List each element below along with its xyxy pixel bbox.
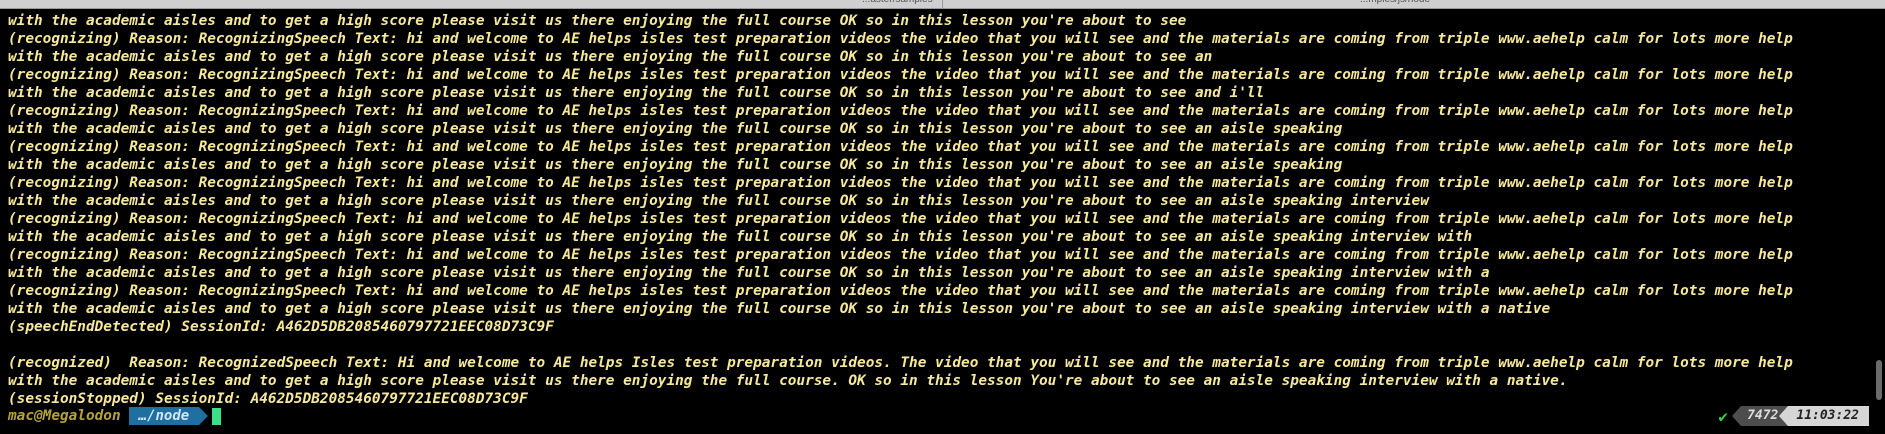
tab-bar: ...aster/samples ...mples/js/node (0, 0, 1885, 9)
segment-arrow (1779, 406, 1789, 426)
shell-prompt: mac@Megalodon …/node (8, 407, 222, 425)
terminal-line: (recognizing) Reason: RecognizingSpeech … (8, 175, 1793, 191)
tab-divider (942, 0, 943, 8)
terminal-line: (recognized) Reason: RecognizedSpeech Te… (8, 355, 1793, 371)
text-cursor[interactable] (212, 407, 222, 425)
terminal-line: (recognizing) Reason: RecognizingSpeech … (8, 103, 1793, 119)
terminal-line: with the academic aisles and to get a hi… (8, 193, 1429, 209)
terminal-line: (recognizing) Reason: RecognizingSpeech … (8, 283, 1793, 299)
terminal-window[interactable]: with the academic aisles and to get a hi… (0, 9, 1885, 434)
tab-samples[interactable]: ...aster/samples (862, 0, 933, 8)
segment-arrow (1732, 406, 1742, 426)
tab-node[interactable]: ...mples/js/node (1360, 0, 1430, 8)
prompt-directory: …/node (128, 407, 200, 425)
terminal-line: with the academic aisles and to get a hi… (8, 157, 1343, 173)
prompt-user-host: mac@Megalodon (8, 408, 121, 424)
terminal-line: with the academic aisles and to get a hi… (8, 373, 1568, 389)
terminal-line: (recognizing) Reason: RecognizingSpeech … (8, 211, 1793, 227)
scrollbar-thumb[interactable] (1876, 360, 1882, 400)
terminal-output: with the academic aisles and to get a hi… (8, 12, 1867, 408)
terminal-line: (recognizing) Reason: RecognizingSpeech … (8, 247, 1793, 263)
terminal-line: (recognizing) Reason: RecognizingSpeech … (8, 67, 1793, 83)
clock-time: 11:03:22 (1788, 406, 1869, 426)
terminal-line: with the academic aisles and to get a hi… (8, 121, 1343, 137)
terminal-line: with the academic aisles and to get a hi… (8, 85, 1265, 101)
terminal-line: (sessionStopped) SessionId: A462D5DB2085… (8, 391, 528, 407)
terminal-line: with the academic aisles and to get a hi… (8, 13, 1187, 29)
check-icon: ✔ (1718, 406, 1729, 426)
terminal-line: (recognizing) Reason: RecognizingSpeech … (8, 139, 1793, 155)
terminal-line: with the academic aisles and to get a hi… (8, 49, 1213, 65)
terminal-line: with the academic aisles and to get a hi… (8, 265, 1490, 281)
terminal-line: (recognizing) Reason: RecognizingSpeech … (8, 31, 1793, 47)
vertical-scrollbar[interactable] (1874, 12, 1882, 400)
right-prompt-status: ✔ 7472 11:03:22 (1718, 406, 1869, 426)
terminal-line: with the academic aisles and to get a hi… (8, 229, 1473, 245)
terminal-line: with the academic aisles and to get a hi… (8, 301, 1551, 317)
terminal-line: (speechEndDetected) SessionId: A462D5DB2… (8, 319, 554, 335)
prompt-directory-arrow (199, 407, 209, 425)
